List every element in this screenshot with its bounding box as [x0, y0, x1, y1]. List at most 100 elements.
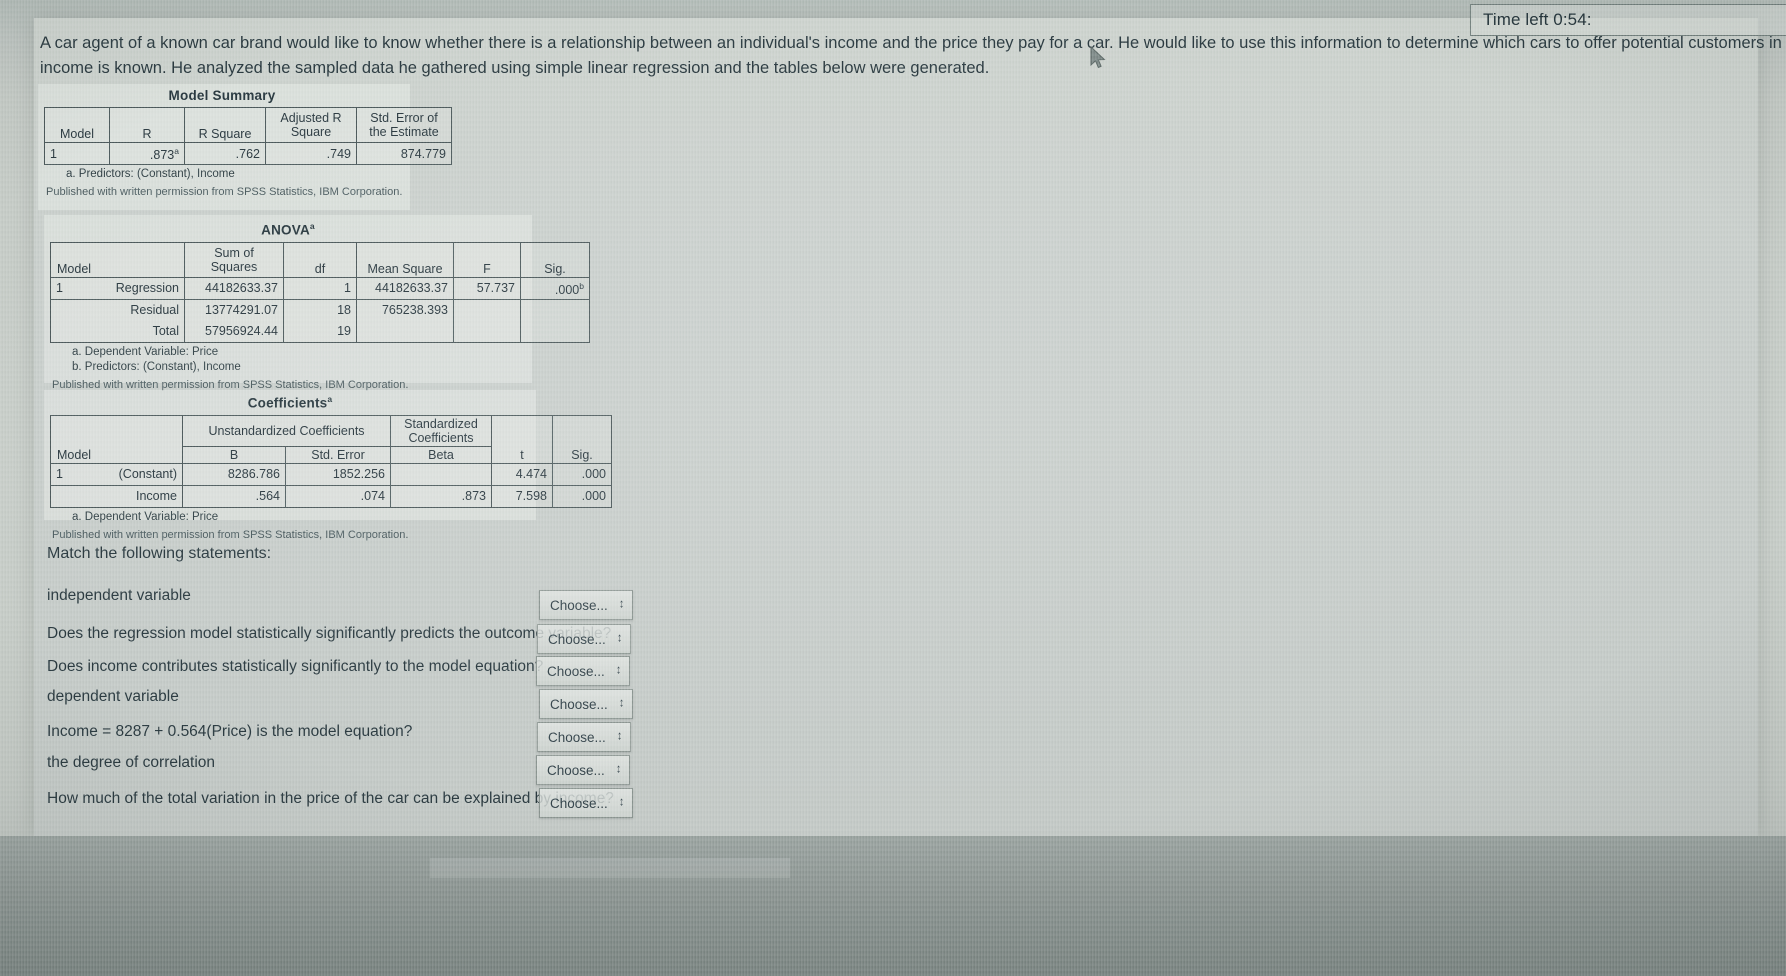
col-header-r-square: R Square — [184, 107, 266, 143]
col-header-model: Model — [50, 241, 185, 278]
mouse-cursor-icon — [1090, 46, 1106, 69]
cell-f — [453, 299, 521, 321]
dropdown-placeholder-6: Choose... — [547, 762, 605, 778]
dropdown-placeholder-4: Choose... — [550, 696, 608, 712]
cell-t: 4.474 — [491, 462, 553, 486]
chevron-updown-icon: ↕ — [616, 663, 621, 678]
cell-mean-square — [356, 320, 454, 343]
answer-dropdown-1[interactable]: Choose... ↕ — [539, 590, 633, 620]
statement-label-2: Does the regression model statistically … — [47, 625, 612, 642]
table-header-row: Model R R Square Adjusted R Square Std. E… — [44, 107, 452, 143]
statement-label-7: How much of the total variation in the p… — [47, 790, 614, 807]
col-header-df: df — [283, 241, 357, 278]
statement-label-3: Does income contributes statistically si… — [47, 658, 544, 675]
cell-model — [50, 485, 83, 508]
table-header-row: Model Sum of Squares df Mean Square F Sig… — [50, 241, 590, 278]
question-intro-line-2: income is known. He analyzed the sampled… — [40, 59, 990, 77]
table-row: 1 Regression 44182633.37 1 44182633.37 5… — [50, 276, 590, 300]
statement-label-1: independent variable — [47, 587, 191, 604]
col-header-model: Model — [50, 414, 183, 464]
statement-label-5: Income = 8287 + 0.564(Price) is the mode… — [47, 723, 413, 740]
cell-model — [50, 320, 83, 343]
coefficients-title: Coefficientsa — [247, 394, 333, 411]
col-header-r: R — [109, 107, 185, 143]
statement-label-4: dependent variable — [47, 688, 179, 705]
table-row: Income .564 .074 .873 7.598 .000 — [50, 485, 612, 508]
match-instruction: Match the following statements: — [47, 545, 272, 562]
chevron-updown-icon: ↕ — [617, 631, 622, 646]
anova-footnote-a: a. Dependent Variable: Price — [72, 345, 219, 358]
col-header-mean-square: Mean Square — [356, 241, 454, 278]
cell-f — [453, 320, 521, 343]
cell-b: 8286.786 — [182, 462, 286, 486]
dropdown-placeholder-2: Choose... — [548, 631, 606, 647]
col-header-sig: Sig. — [552, 414, 612, 464]
col-header-f: F — [453, 241, 521, 278]
cell-sig: .000b — [520, 276, 590, 300]
table-row: 1 (Constant) 8286.786 1852.256 4.474 .00… — [50, 462, 612, 486]
coefficients-block: Coefficientsa Model Unstandardized Coeff… — [50, 394, 612, 541]
col-header-adjusted-r-square: Adjusted R Square — [265, 107, 357, 143]
answer-dropdown-6[interactable]: Choose... ↕ — [536, 755, 630, 785]
anova-footnote-b: b. Predictors: (Constant), Income — [72, 360, 241, 373]
dropdown-placeholder-3: Choose... — [547, 663, 605, 679]
coefficients-footnote-a: a. Dependent Variable: Price — [72, 510, 219, 523]
desk-surface — [0, 836, 1786, 976]
chevron-updown-icon: ↕ — [619, 696, 624, 711]
cell-df: 1 — [283, 276, 357, 300]
answer-dropdown-7[interactable]: Choose... ↕ — [539, 788, 633, 818]
anova-title: ANOVAa — [261, 221, 315, 238]
dropdown-placeholder-1: Choose... — [550, 597, 608, 613]
cell-std-error: .074 — [285, 485, 391, 508]
cell-sum-of-squares: 44182633.37 — [184, 276, 284, 300]
cell-mean-square: 44182633.37 — [356, 276, 454, 300]
cell-df: 18 — [283, 299, 357, 321]
cell-sum-of-squares: 57956924.44 — [184, 320, 284, 343]
cell-r-square: .762 — [184, 142, 266, 165]
time-left-label: Time left 0:54: — [1483, 10, 1592, 29]
cell-r: .873a — [109, 142, 185, 165]
model-summary-block: Model Summary Model R R Square Adjusted … — [44, 88, 452, 198]
cell-f: 57.737 — [453, 276, 521, 300]
cell-term: (Constant) — [83, 462, 183, 486]
anova-permission-note: Published with written permission from S… — [52, 378, 409, 391]
cell-source: Regression — [83, 276, 185, 300]
question-intro-line-1: A car agent of a known car brand would l… — [40, 34, 1786, 52]
col-header-sum-of-squares: Sum of Squares — [184, 241, 284, 278]
cell-sig: .000 — [552, 462, 612, 486]
chevron-updown-icon: ↕ — [617, 729, 622, 744]
cell-sig — [520, 320, 590, 343]
col-header-sig: Sig. — [520, 241, 590, 278]
cell-sig — [520, 299, 590, 321]
cell-model: 1 — [44, 142, 110, 165]
model-summary-footnote-a: a. Predictors: (Constant), Income — [66, 168, 235, 180]
coefficients-permission-note: Published with written permission from S… — [52, 528, 409, 541]
cell-b: .564 — [182, 485, 286, 508]
table-row: Residual 13774291.07 18 765238.393 — [50, 299, 590, 321]
answer-dropdown-2[interactable]: Choose... ↕ — [537, 624, 631, 654]
cell-beta — [390, 462, 492, 486]
chevron-updown-icon: ↕ — [619, 597, 624, 612]
col-header-std-error: Std. Error — [285, 445, 391, 464]
answer-dropdown-5[interactable]: Choose... ↕ — [537, 722, 631, 752]
col-header-standardized: Standardized Coefficients — [390, 414, 492, 447]
col-header-beta: Beta — [390, 445, 492, 464]
dropdown-placeholder-5: Choose... — [548, 729, 606, 745]
col-header-t: t — [491, 414, 553, 464]
cell-beta: .873 — [390, 485, 492, 508]
chevron-updown-icon: ↕ — [616, 762, 621, 777]
model-summary-title: Model Summary — [168, 88, 276, 103]
cell-model: 1 — [50, 462, 83, 486]
col-header-std-error: Std. Error of the Estimate — [356, 107, 452, 143]
table-row: 1 .873a .762 .749 874.779 — [44, 142, 452, 165]
col-header-b: B — [182, 445, 286, 464]
model-summary-permission-note: Published with written permission from S… — [46, 186, 403, 198]
answer-dropdown-4[interactable]: Choose... ↕ — [539, 689, 633, 719]
model-summary-table: Model R R Square Adjusted R Square Std. E… — [44, 107, 452, 165]
cell-term: Income — [83, 485, 183, 508]
cell-sum-of-squares: 13774291.07 — [184, 299, 284, 321]
answer-dropdown-3[interactable]: Choose... ↕ — [536, 656, 630, 686]
dropdown-placeholder-7: Choose... — [550, 795, 608, 811]
table-row: Total 57956924.44 19 — [50, 320, 590, 343]
anova-block: ANOVAa Model Sum of Squares df Mean Squar… — [50, 221, 590, 391]
